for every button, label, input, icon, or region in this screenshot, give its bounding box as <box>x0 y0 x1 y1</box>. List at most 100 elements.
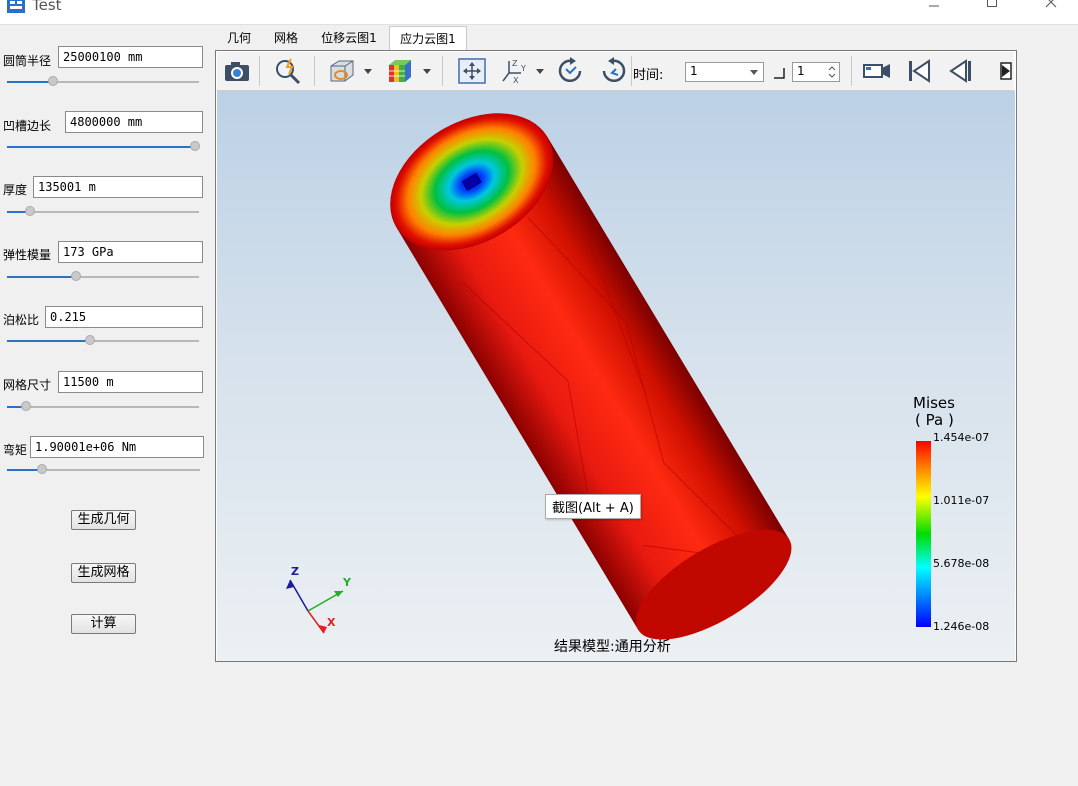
toolbar-separator <box>631 56 632 86</box>
toolbar-separator <box>851 56 852 86</box>
toolbar-separator <box>259 56 260 86</box>
y-axis-label: Y <box>342 576 352 589</box>
title-bar: Test <box>0 0 1078 25</box>
window-title: Test <box>32 0 62 14</box>
zoom-icon <box>276 58 301 85</box>
legend-value-max: 1.454e-07 <box>933 431 990 444</box>
camera-icon <box>225 62 249 81</box>
modulus-slider[interactable] <box>7 271 199 283</box>
poisson-slider-handle[interactable] <box>84 335 95 345</box>
stress-contour-model[interactable]: Z Y X <box>217 91 1015 661</box>
axes-view-button[interactable]: Z Y X <box>499 57 529 85</box>
radius-input[interactable]: 25000100 mm <box>58 46 203 68</box>
param-label-radius: 圆筒半径 <box>3 54 52 68</box>
screenshot-button[interactable] <box>222 57 252 85</box>
video-record-icon <box>863 64 890 78</box>
first-frame-button[interactable] <box>905 57 935 85</box>
legend-value-high: 1.011e-07 <box>933 494 990 507</box>
mesh-size-slider[interactable] <box>7 401 199 413</box>
thickness-input[interactable]: 135001 m <box>33 176 203 198</box>
previous-frame-icon <box>949 59 971 83</box>
param-label-groove: 凹槽边长 <box>3 119 52 133</box>
thickness-slider[interactable] <box>7 206 199 218</box>
rotate-cw-button[interactable] <box>556 57 586 85</box>
time-select[interactable]: 1 <box>685 62 764 82</box>
minimize-icon <box>929 5 939 7</box>
z-axis-label: Z <box>291 565 299 578</box>
modulus-slider-handle[interactable] <box>71 271 82 281</box>
legend-value-low: 5.678e-08 <box>933 557 990 570</box>
zoom-button[interactable] <box>273 57 303 85</box>
close-icon <box>1045 0 1057 8</box>
param-label-moment: 弯矩 <box>3 443 28 457</box>
screenshot-tooltip: 截图(Alt + A) <box>545 494 641 519</box>
poisson-slider[interactable] <box>7 335 199 347</box>
tab-stress[interactable]: 应力云图1 <box>389 26 467 52</box>
next-frame-icon <box>1000 62 1012 80</box>
tab-mesh[interactable]: 网格 <box>264 26 308 50</box>
spin-arrows-icon[interactable] <box>828 65 836 79</box>
minimize-button[interactable] <box>911 0 957 14</box>
mesh-size-input[interactable]: 11500 m <box>58 371 203 393</box>
next-frame-button[interactable] <box>999 57 1013 85</box>
groove-input[interactable]: 4800000 mm <box>65 111 203 133</box>
step-spinbox-value: 1 <box>797 64 805 78</box>
axes-dropdown-icon[interactable] <box>535 68 545 76</box>
toolbar-separator <box>442 56 443 86</box>
groove-slider-handle[interactable] <box>190 141 200 151</box>
svg-text:X: X <box>513 76 519 85</box>
thickness-slider-handle[interactable] <box>25 206 36 216</box>
first-frame-icon <box>909 59 930 83</box>
radius-slider-handle[interactable] <box>48 76 59 86</box>
tab-displacement[interactable]: 位移云图1 <box>312 26 386 50</box>
time-label: 时间: <box>633 68 664 83</box>
mesh-size-slider-handle[interactable] <box>21 401 32 411</box>
viewer-toolbar: Z Y X 时间: 1 1 <box>217 52 1014 91</box>
fit-view-icon <box>458 58 486 84</box>
groove-slider[interactable] <box>7 141 200 153</box>
axis-triad: Z Y X <box>286 565 352 634</box>
3d-scene[interactable]: Z Y X 截图(Alt + A) Mises ( Pa ) 1.454e-07… <box>217 91 1015 661</box>
param-label-mesh-size: 网格尺寸 <box>3 378 52 392</box>
app-icon <box>7 0 25 13</box>
moment-input[interactable]: 1.90001e+06 Nm <box>30 436 204 458</box>
display-mode-button[interactable] <box>327 57 357 85</box>
legend-title: Mises <box>913 394 955 412</box>
svg-text:Z: Z <box>512 59 518 68</box>
rotate-ccw-icon <box>602 57 626 83</box>
display-mode-dropdown-icon[interactable] <box>363 68 373 76</box>
legend-color-bar <box>916 441 931 627</box>
generate-geometry-button[interactable]: 生成几何 <box>71 510 136 530</box>
model-caption: 结果模型:通用分析 <box>554 639 671 655</box>
svg-text:Y: Y <box>520 64 526 73</box>
contour-button[interactable] <box>385 57 415 85</box>
contour-dropdown-icon[interactable] <box>422 68 432 76</box>
moment-slider[interactable] <box>7 464 200 476</box>
tab-geometry[interactable]: 几何 <box>218 26 260 50</box>
time-select-value: 1 <box>690 64 698 78</box>
toolbar-separator <box>314 56 315 86</box>
maximize-button[interactable] <box>969 0 1015 14</box>
result-viewer: Z Y X 时间: 1 1 Z Y X 截图(Alt + A) Mises (… <box>215 50 1017 662</box>
moment-slider-handle[interactable] <box>36 464 47 474</box>
legend-unit: ( Pa ) <box>915 411 954 429</box>
step-icon <box>774 68 785 79</box>
radius-slider[interactable] <box>7 76 199 88</box>
param-label-modulus: 弹性模量 <box>3 248 52 262</box>
step-spinbox[interactable]: 1 <box>792 62 840 82</box>
axes-icon: Z Y X <box>502 59 526 85</box>
generate-mesh-button[interactable]: 生成网格 <box>71 563 136 583</box>
legend-value-min: 1.246e-08 <box>933 620 990 633</box>
rotate-ccw-button[interactable] <box>598 57 628 85</box>
fit-view-button[interactable] <box>457 57 487 85</box>
rotate-cw-icon <box>558 57 582 83</box>
previous-frame-button[interactable] <box>946 57 976 85</box>
modulus-input[interactable]: 173 GPa <box>58 241 203 263</box>
param-label-thickness: 厚度 <box>3 183 28 197</box>
x-axis-label: X <box>327 616 336 629</box>
record-video-button[interactable] <box>862 57 892 85</box>
chevron-down-icon <box>750 70 758 75</box>
close-button[interactable] <box>1028 0 1074 14</box>
poisson-input[interactable]: 0.215 <box>45 306 203 328</box>
compute-button[interactable]: 计算 <box>71 614 136 634</box>
